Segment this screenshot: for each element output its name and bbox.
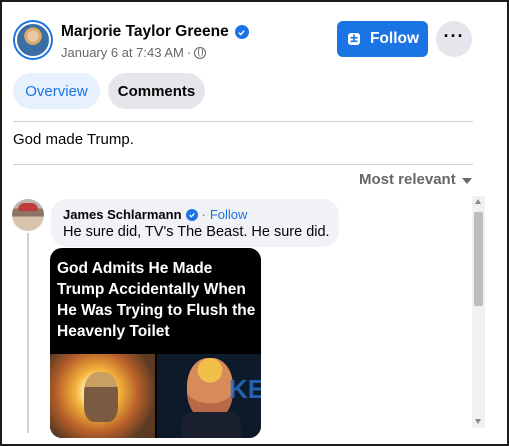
image-left-figure <box>50 354 155 438</box>
meta-separator: · <box>186 45 192 60</box>
author-avatar[interactable] <box>13 20 53 60</box>
caret-down-icon <box>461 177 472 184</box>
author-name-row: Marjorie Taylor Greene <box>61 23 249 41</box>
divider <box>13 121 473 122</box>
more-options-button[interactable]: ··· <box>436 21 472 57</box>
scroll-thumb[interactable] <box>474 212 483 306</box>
thread-line <box>27 233 29 433</box>
author-name[interactable]: Marjorie Taylor Greene <box>61 23 229 41</box>
comment-separator: · <box>201 207 206 222</box>
scrollbar[interactable] <box>472 196 485 428</box>
divider <box>13 164 473 165</box>
post-window: Marjorie Taylor Greene January 6 at 7:43… <box>0 0 509 446</box>
follow-label: Follow <box>369 30 420 47</box>
image-logo-text: KE <box>229 374 261 404</box>
sort-dropdown[interactable]: Most relevant <box>359 171 472 188</box>
comment-text: He sure did, TV's The Beast. He sure did… <box>63 224 330 240</box>
verified-badge-icon <box>234 25 249 39</box>
commenter-name[interactable]: James Schlarmann <box>63 207 182 222</box>
comment-image[interactable]: God Admits He Made Trump Accidentally Wh… <box>50 248 261 438</box>
post-timestamp[interactable]: January 6 at 7:43 AM <box>61 45 184 60</box>
tab-overview[interactable]: Overview <box>13 73 100 109</box>
post-text: God made Trump. <box>13 131 134 148</box>
comment-follow-link[interactable]: Follow <box>210 207 248 222</box>
more-icon: ··· <box>443 26 465 46</box>
globe-icon <box>194 46 207 59</box>
image-right-figure: KE <box>157 354 261 438</box>
sort-label: Most relevant <box>359 171 456 188</box>
commenter-avatar[interactable] <box>12 199 44 231</box>
verified-badge-icon <box>185 208 198 221</box>
follow-button[interactable]: Follow <box>337 21 428 57</box>
comment-bubble: James Schlarmann · Follow He sure did, T… <box>51 199 339 247</box>
scroll-up-icon[interactable] <box>475 199 481 204</box>
image-caption: God Admits He Made Trump Accidentally Wh… <box>57 260 256 340</box>
post-meta: January 6 at 7:43 AM · <box>61 45 207 60</box>
follow-icon <box>347 33 360 45</box>
scroll-down-icon[interactable] <box>475 419 481 424</box>
commenter-name-row: James Schlarmann · Follow <box>63 207 247 222</box>
tab-comments[interactable]: Comments <box>108 73 205 109</box>
